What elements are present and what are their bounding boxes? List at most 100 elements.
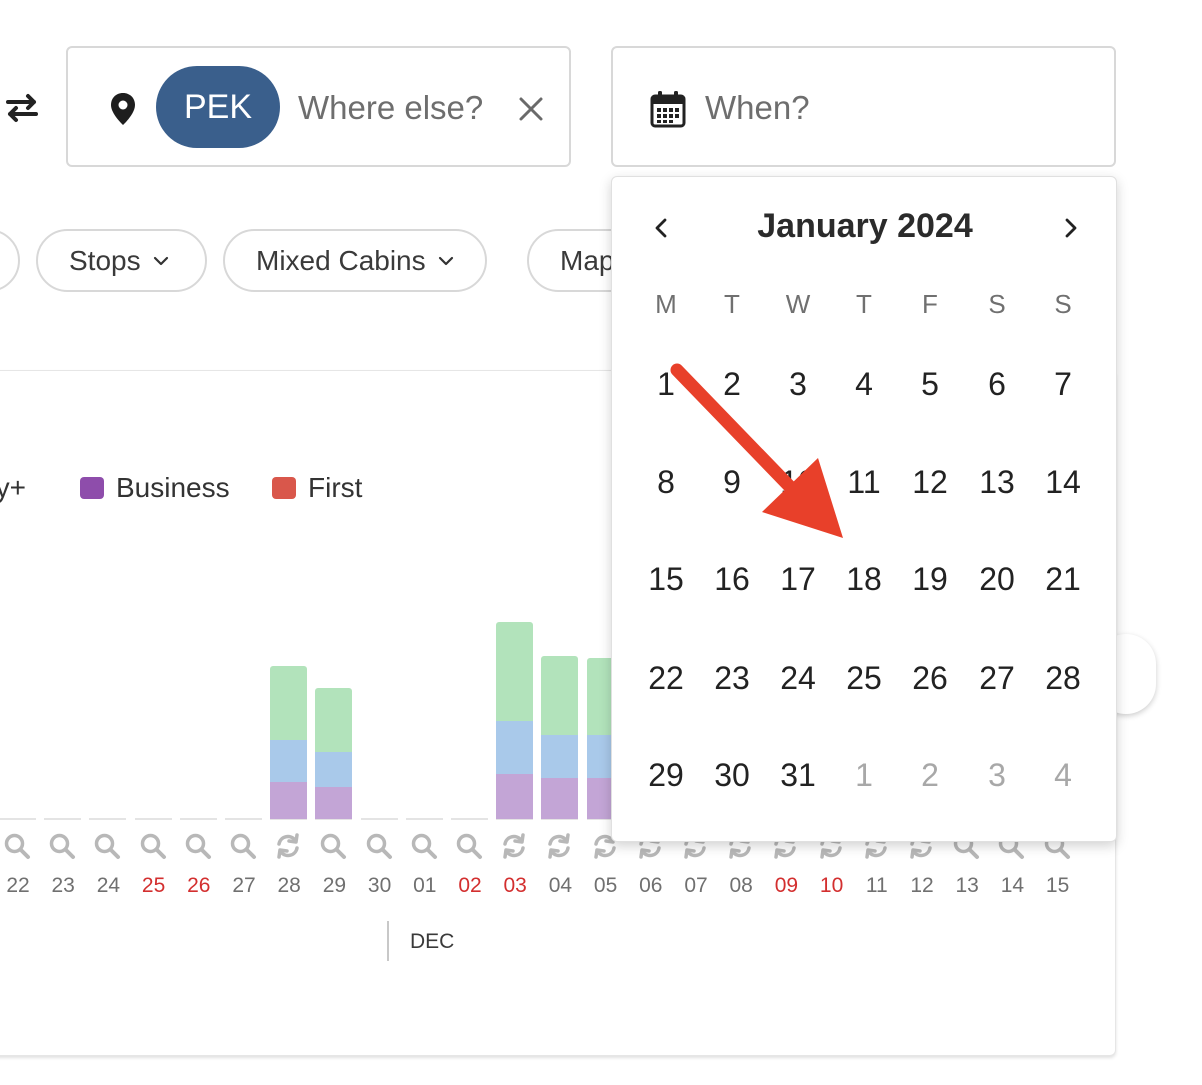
calendar-day[interactable]: 24 — [765, 648, 831, 708]
destination-input[interactable] — [298, 86, 498, 130]
search-icon[interactable] — [93, 832, 121, 860]
search-icon[interactable] — [455, 832, 483, 860]
legend-label: First — [308, 472, 363, 503]
search-icon[interactable] — [229, 832, 257, 860]
calendar-icon — [650, 91, 686, 128]
calendar-weekday: S — [988, 289, 1006, 319]
legend-swatch — [80, 477, 104, 499]
day-label: 05 — [593, 874, 618, 897]
legend-label: ny+ — [0, 472, 26, 503]
search-icon[interactable] — [3, 832, 31, 860]
calendar-day[interactable]: 9 — [699, 452, 765, 512]
search-icon[interactable] — [139, 832, 167, 860]
calendar-weekday: T — [856, 289, 872, 319]
map-pin-icon — [111, 93, 135, 125]
calendar-dropdown: January 2024 M T W T F S S 1 2 3 4 5 6 7 8 9 10 11 12 13 14 1… — [611, 176, 1117, 842]
calendar-day[interactable]: 22 — [633, 648, 699, 708]
calendar-day[interactable]: 4 — [831, 354, 897, 414]
calendar-day[interactable]: 28 — [1030, 648, 1096, 708]
legend-item-premium-economy: ny+ — [0, 470, 26, 506]
calendar-day[interactable]: 1 — [633, 354, 699, 414]
calendar-day[interactable]: 18 — [831, 549, 897, 609]
search-icon[interactable] — [48, 832, 76, 860]
calendar-day[interactable]: 31 — [765, 745, 831, 805]
refresh-icon[interactable] — [274, 832, 302, 860]
calendar-day[interactable]: 12 — [897, 452, 963, 512]
day-label: 29 — [322, 874, 347, 897]
destination-chip[interactable]: PEK — [156, 66, 280, 148]
bar-segment[interactable] — [270, 782, 308, 819]
calendar-day[interactable]: 30 — [699, 745, 765, 805]
day-label: 04 — [548, 874, 573, 897]
calendar-day[interactable]: 20 — [964, 549, 1030, 609]
calendar-day[interactable]: 3 — [765, 354, 831, 414]
calendar-day[interactable]: 14 — [1030, 452, 1096, 512]
chart-baseline — [0, 818, 36, 820]
calendar-day-next-month: 2 — [921, 757, 939, 793]
calendar-day[interactable]: 10 — [765, 452, 831, 512]
calendar-weekday: S — [1054, 289, 1072, 319]
legend-swatch — [272, 477, 296, 499]
day-label: 28 — [277, 874, 301, 897]
mixed-cabins-filter-button[interactable]: Mixed Cabins — [223, 229, 487, 292]
search-icon[interactable] — [410, 832, 438, 860]
day-label: 11 — [865, 874, 888, 897]
bar-segment[interactable] — [315, 752, 353, 787]
search-icon[interactable] — [365, 832, 393, 860]
day-label: 22 — [6, 874, 30, 897]
swap-arrows-icon[interactable] — [4, 92, 40, 124]
bar-segment[interactable] — [496, 622, 534, 721]
calendar-day[interactable]: 25 — [831, 648, 897, 708]
calendar-day[interactable]: 8 — [633, 452, 699, 512]
refresh-icon[interactable] — [545, 832, 573, 860]
bar-segment[interactable] — [541, 778, 579, 819]
month-divider — [387, 921, 389, 961]
calendar-day[interactable]: 6 — [964, 354, 1030, 414]
calendar-day[interactable]: 13 — [964, 452, 1030, 512]
filter-pill-prev[interactable] — [0, 229, 20, 292]
legend-item-first: First — [272, 470, 362, 506]
calendar-day[interactable]: 21 — [1030, 549, 1096, 609]
chart-baseline — [451, 818, 488, 820]
bar-segment[interactable] — [270, 740, 308, 782]
destination-field[interactable]: PEK — [66, 46, 571, 167]
search-icon[interactable] — [184, 832, 212, 860]
calendar-day[interactable]: 27 — [964, 648, 1030, 708]
day-label: 24 — [96, 874, 121, 897]
calendar-day[interactable]: 11 — [831, 452, 897, 512]
calendar-day[interactable]: 16 — [699, 549, 765, 609]
day-label: 30 — [367, 874, 392, 897]
bar-segment[interactable] — [541, 735, 579, 778]
calendar-day[interactable]: 29 — [633, 745, 699, 805]
calendar-day[interactable]: 2 — [699, 354, 765, 414]
stops-filter-button[interactable]: Stops — [36, 229, 207, 292]
bar-segment[interactable] — [541, 656, 579, 735]
calendar-day[interactable]: 7 — [1030, 354, 1096, 414]
chart-baseline — [179, 818, 217, 820]
mixed-cabins-filter-label: Mixed Cabins — [256, 244, 426, 276]
day-label: 03 — [503, 874, 527, 897]
close-icon[interactable] — [518, 96, 544, 122]
search-icon[interactable] — [319, 832, 347, 860]
chevron-right-icon[interactable] — [1056, 213, 1086, 243]
date-field[interactable] — [611, 46, 1116, 167]
chart-baseline — [134, 818, 172, 820]
stops-filter-label: Stops — [69, 244, 141, 276]
bar-segment[interactable] — [315, 688, 353, 752]
day-label: 01 — [413, 874, 437, 897]
calendar-day[interactable]: 26 — [897, 648, 963, 708]
bar-segment[interactable] — [496, 721, 534, 774]
calendar-day[interactable]: 17 — [765, 549, 831, 609]
bar-segment[interactable] — [315, 787, 353, 819]
day-label: 07 — [684, 874, 708, 897]
bar-segment[interactable] — [270, 666, 308, 740]
calendar-day[interactable]: 19 — [897, 549, 963, 609]
date-input[interactable] — [705, 86, 1005, 130]
calendar-day[interactable]: 5 — [897, 354, 963, 414]
refresh-icon[interactable] — [500, 832, 528, 860]
calendar-day[interactable]: 23 — [699, 648, 765, 708]
chevron-down-icon — [153, 256, 168, 265]
day-label: 08 — [729, 874, 753, 897]
bar-segment[interactable] — [496, 774, 534, 819]
calendar-day[interactable]: 15 — [633, 549, 699, 609]
